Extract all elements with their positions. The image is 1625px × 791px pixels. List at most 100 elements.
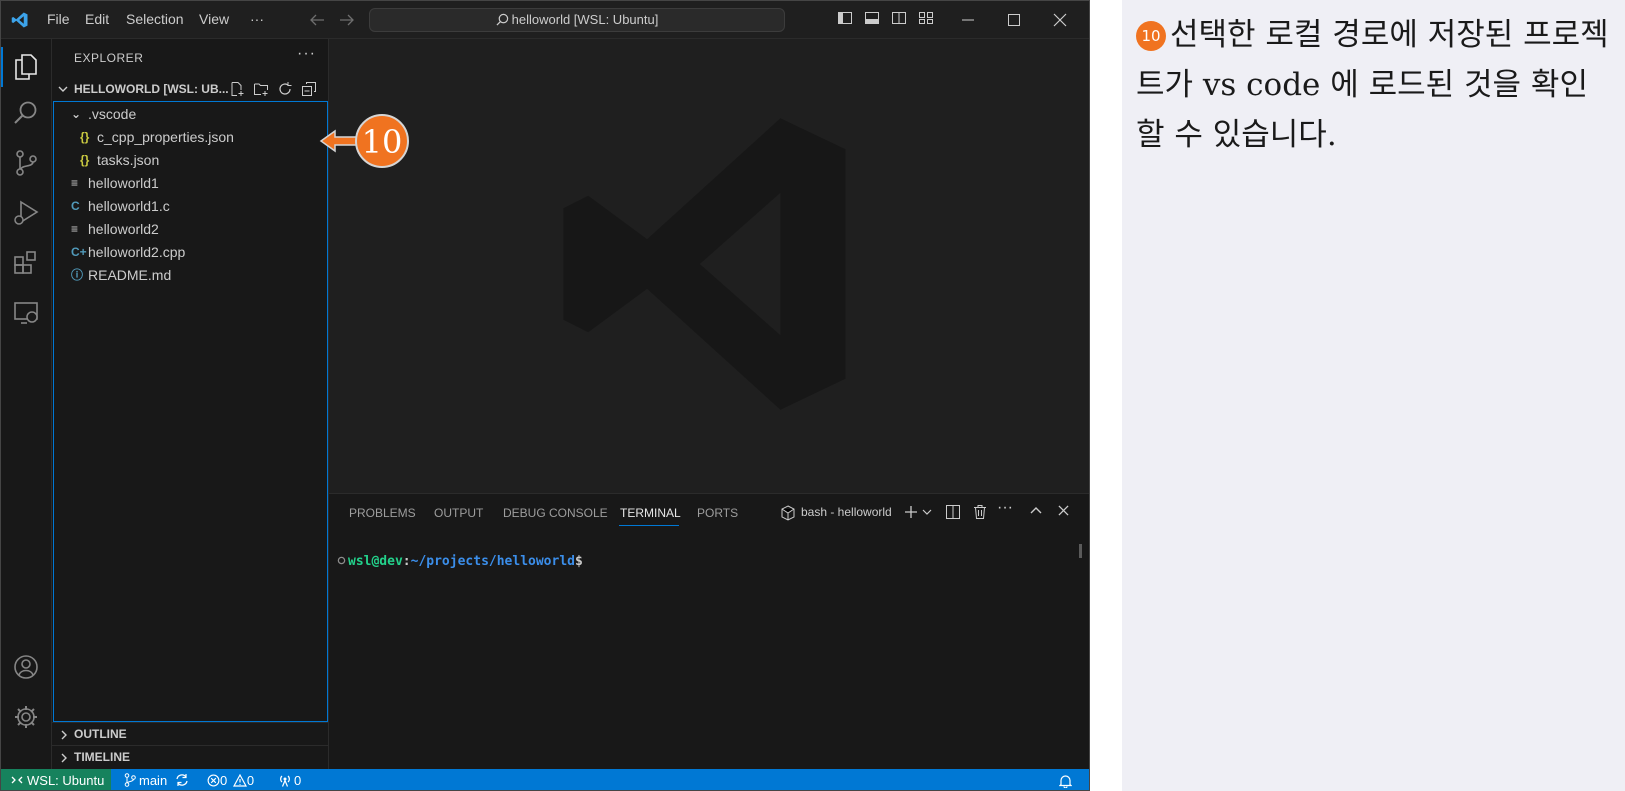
search-icon[interactable]: [13, 99, 39, 127]
error-icon: [207, 774, 220, 787]
menu-selection[interactable]: Selection: [126, 11, 184, 27]
terminal-output[interactable]: wsl@dev:~/projects/helloworld$: [337, 554, 583, 569]
outline-label: OUTLINE: [74, 727, 127, 741]
folder-name: HELLOWORLD [WSL: UB...: [74, 82, 229, 96]
command-center-search[interactable]: helloworld [WSL: Ubuntu]: [369, 8, 785, 32]
branch-indicator[interactable]: main: [124, 769, 189, 790]
command-decoration-icon: [337, 556, 346, 565]
callout-number: 10: [362, 123, 403, 161]
new-terminal-plus-icon[interactable]: [904, 505, 918, 519]
c-file-icon: C: [71, 199, 80, 213]
remote-label: WSL: Ubuntu: [27, 773, 105, 788]
folder-tree: ⌄ .vscode {} c_cpp_properties.json {} ta…: [53, 101, 328, 722]
chevron-right-icon: [61, 730, 67, 740]
activity-bar: [1, 39, 52, 769]
cpp-file-icon: C+: [71, 245, 87, 259]
tab-ports[interactable]: PORTS: [697, 506, 738, 520]
close-icon[interactable]: [1053, 13, 1067, 27]
tab-terminal[interactable]: TERMINAL: [620, 506, 681, 520]
problems-indicator[interactable]: 0 0: [207, 769, 255, 790]
prompt-path: ~/projects/helloworld: [410, 554, 575, 569]
timeline-label: TIMELINE: [74, 750, 130, 764]
minimize-icon[interactable]: [961, 13, 975, 27]
tree-item-label: helloworld1.c: [88, 198, 170, 214]
json-file-icon: {}: [80, 153, 90, 167]
tree-item[interactable]: {} tasks.json: [54, 148, 327, 172]
settings-gear-icon[interactable]: [13, 703, 39, 731]
collapse-all-icon[interactable]: [301, 81, 317, 97]
sync-icon: [176, 774, 188, 786]
explorer-icon[interactable]: [13, 53, 39, 81]
more-actions-icon[interactable]: ···: [997, 499, 1013, 517]
tab-debug-console[interactable]: DEBUG CONSOLE: [503, 506, 608, 520]
tree-item[interactable]: {} c_cpp_properties.json: [54, 125, 327, 149]
ports-indicator[interactable]: 0: [278, 769, 301, 790]
remote-explorer-icon[interactable]: [13, 299, 39, 327]
radio-tower-icon: [280, 775, 290, 787]
notifications-bell-icon[interactable]: [1059, 774, 1072, 788]
chevron-down-icon: ⌄: [71, 107, 82, 121]
tree-item[interactable]: C+ helloworld2.cpp: [54, 240, 327, 264]
tree-item[interactable]: ⓘ README.md: [54, 263, 327, 287]
toggle-panel-icon[interactable]: [864, 10, 880, 26]
branch-name: main: [139, 773, 168, 788]
tree-item-label: .vscode: [88, 106, 137, 122]
tab-problems[interactable]: PROBLEMS: [349, 506, 416, 520]
remote-indicator[interactable]: WSL: Ubuntu: [1, 769, 111, 790]
tab-output[interactable]: OUTPUT: [434, 506, 483, 520]
maximize-icon[interactable]: [1007, 13, 1021, 27]
menu-file[interactable]: File: [47, 11, 70, 27]
run-and-debug-icon[interactable]: [13, 199, 39, 227]
menu-more[interactable]: ···: [250, 11, 264, 27]
explorer-more-actions[interactable]: ···: [297, 45, 316, 63]
folder-header[interactable]: HELLOWORLD [WSL: UB...: [52, 77, 329, 101]
step-callout: 10: [319, 114, 409, 168]
refresh-icon[interactable]: [277, 81, 293, 97]
tree-item[interactable]: ≡ helloworld2: [54, 217, 327, 241]
explorer-title: EXPLORER: [74, 51, 144, 65]
toggle-primary-sidebar-icon[interactable]: [837, 10, 853, 26]
forward-arrow-icon[interactable]: [339, 13, 355, 27]
tree-item[interactable]: ⌄ .vscode: [54, 102, 327, 126]
back-arrow-icon[interactable]: [309, 13, 325, 27]
toggle-secondary-sidebar-icon[interactable]: [891, 10, 907, 26]
tree-item-label: README.md: [88, 267, 172, 283]
title-bar: File Edit Selection View ··· helloworld …: [1, 1, 1089, 39]
step-number-badge: 10: [1136, 21, 1166, 51]
prompt-user: wsl@dev: [348, 554, 403, 569]
outline-section-header[interactable]: OUTLINE: [52, 722, 329, 746]
timeline-section-header[interactable]: TIMELINE: [52, 745, 329, 769]
tree-item-label: helloworld2: [88, 221, 159, 237]
account-icon[interactable]: [13, 653, 39, 681]
explanation-panel: 10 선택한 로컬 경로에 저장된 프로젝트가 vs code 에 로드된 것을 …: [1122, 0, 1625, 791]
new-file-icon[interactable]: [229, 81, 245, 97]
tree-item-label: c_cpp_properties.json: [97, 129, 234, 145]
trash-icon[interactable]: [972, 504, 988, 520]
tree-item[interactable]: C helloworld1.c: [54, 194, 327, 218]
editor-area: [329, 39, 1089, 493]
prompt-separator: :: [402, 554, 411, 569]
search-icon: [496, 13, 508, 26]
maximize-panel-icon[interactable]: [1030, 506, 1042, 516]
terminal-instance-name[interactable]: bash - helloworld: [801, 505, 892, 519]
tree-item[interactable]: ≡ helloworld1: [54, 171, 327, 195]
extensions-icon[interactable]: [13, 249, 39, 277]
warning-count: 0: [246, 773, 255, 788]
split-terminal-icon[interactable]: [945, 504, 961, 520]
chevron-right-icon: [61, 753, 67, 763]
terminal-scrollbar[interactable]: [1079, 544, 1082, 558]
chevron-down-icon[interactable]: [922, 508, 932, 516]
new-folder-icon[interactable]: [253, 81, 269, 97]
warning-icon: [232, 773, 247, 787]
menu-edit[interactable]: Edit: [85, 11, 109, 27]
remote-icon: [11, 776, 23, 784]
explanation-body: 선택한 로컬 경로에 저장된 프로젝트가 vs code 에 로드된 것을 확인…: [1136, 17, 1609, 153]
text-file-icon: ≡: [71, 222, 79, 236]
close-panel-icon[interactable]: [1058, 505, 1069, 516]
activity-active-indicator: [1, 47, 3, 87]
customize-layout-icon[interactable]: [918, 10, 934, 26]
source-control-icon[interactable]: [13, 149, 39, 177]
vscode-watermark-logo: [563, 118, 846, 410]
git-branch-icon: [124, 773, 136, 787]
menu-view[interactable]: View: [199, 11, 229, 27]
